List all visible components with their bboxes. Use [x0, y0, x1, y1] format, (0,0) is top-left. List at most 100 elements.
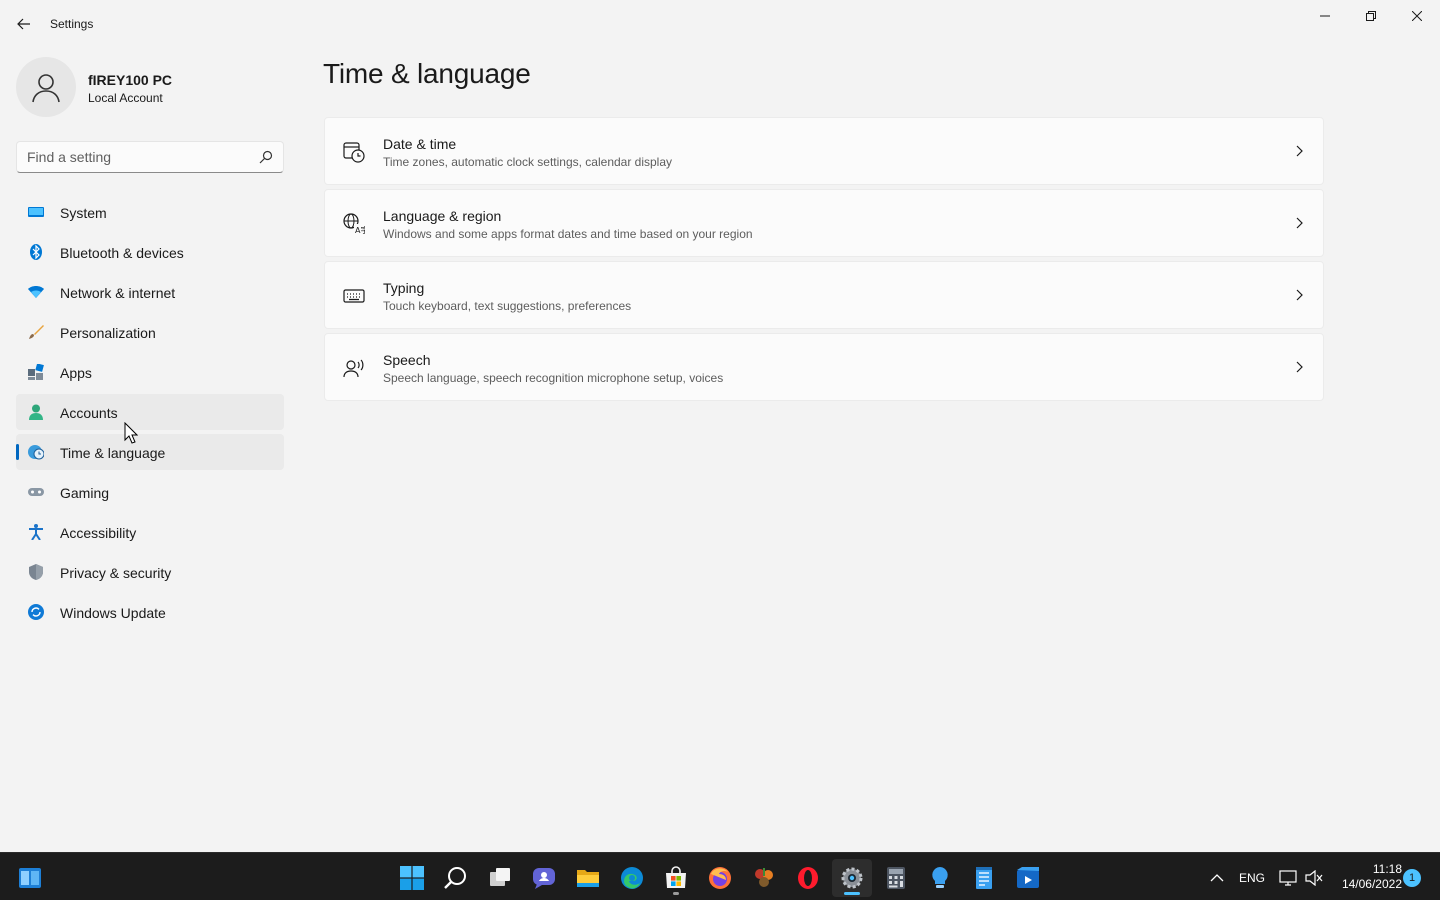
page-title: Time & language [323, 58, 531, 89]
calculator-button[interactable] [876, 859, 916, 897]
setting-card-typing[interactable]: Typing Touch keyboard, text suggestions,… [324, 261, 1324, 329]
chat-button[interactable] [524, 859, 564, 897]
sidebar-item-system[interactable]: System [16, 194, 284, 230]
tips-button[interactable] [920, 859, 960, 897]
card-title: Date & time [383, 136, 457, 152]
settings-list: Date & time Time zones, automatic clock … [324, 117, 1324, 405]
setting-card-language-region[interactable]: A字 Language & region Windows and some ap… [324, 189, 1324, 257]
svg-text:A字: A字 [355, 225, 365, 235]
selection-indicator [16, 444, 19, 460]
volume-button[interactable] [1294, 859, 1334, 897]
file-explorer-button[interactable] [568, 859, 608, 897]
widgets-icon [19, 868, 41, 888]
clock-time: 11:18 [1372, 862, 1402, 876]
app-title: Settings [50, 17, 94, 31]
sidebar-item-label: System [60, 205, 107, 221]
search-box[interactable] [16, 141, 284, 173]
firefox-button[interactable] [700, 859, 740, 897]
sidebar-item-label: Accessibility [60, 525, 137, 541]
chevron-up-icon [1210, 874, 1224, 882]
setting-card-date-time[interactable]: Date & time Time zones, automatic clock … [324, 117, 1324, 185]
file-explorer-icon [577, 870, 599, 887]
sidebar-item-label: Personalization [60, 325, 156, 341]
sidebar-item-accessibility[interactable]: Accessibility [16, 514, 284, 550]
sidebar-item-network[interactable]: Network & internet [16, 274, 284, 310]
search-icon[interactable] [259, 150, 273, 164]
sidebar-item-label: Network & internet [60, 285, 176, 301]
card-subtitle: Speech language, speech recognition micr… [383, 371, 724, 385]
restore-button[interactable] [1348, 0, 1394, 32]
chevron-right-icon [1296, 289, 1303, 301]
edge-button[interactable] [612, 859, 652, 897]
sidebar-item-windows-update[interactable]: Windows Update [16, 594, 284, 630]
sidebar-nav: System Bluetooth & devices Network & int… [16, 194, 284, 634]
mouse-cursor-icon [124, 422, 138, 444]
sidebar-item-label: Gaming [60, 485, 110, 501]
app-button[interactable] [744, 859, 784, 897]
clock[interactable]: 11:18 14/06/2022 [1330, 862, 1402, 892]
globe-clock-icon [28, 445, 44, 460]
taskbar-search-button[interactable] [436, 859, 476, 897]
close-button[interactable] [1394, 0, 1440, 32]
widgets-button[interactable] [10, 859, 50, 897]
firefox-icon [709, 867, 731, 889]
input-language-indicator[interactable]: ENG [1239, 871, 1265, 885]
card-subtitle: Time zones, automatic clock settings, ca… [383, 155, 673, 169]
notepad-button[interactable] [964, 859, 1004, 897]
back-button[interactable] [8, 10, 40, 38]
sidebar-item-time-language[interactable]: Time & language [16, 434, 284, 470]
calendar-clock-icon [343, 142, 365, 163]
wifi-icon [28, 286, 44, 298]
chevron-right-icon [1296, 145, 1303, 157]
gamepad-icon [28, 488, 44, 496]
volume-muted-icon [1305, 870, 1323, 886]
person-avatar-icon [32, 74, 60, 103]
card-title: Typing [383, 280, 425, 296]
start-icon [400, 866, 424, 890]
apps-icon [28, 364, 44, 380]
setting-card-speech[interactable]: Speech Speech language, speech recogniti… [324, 333, 1324, 401]
back-arrow-icon [17, 18, 30, 30]
store-icon [666, 866, 686, 888]
avatar [16, 57, 76, 117]
taskbar: ENG 11:18 14/06/2022 1 [0, 852, 1440, 900]
show-hidden-icons-button[interactable] [1197, 859, 1237, 897]
sidebar-item-label: Windows Update [60, 605, 166, 621]
bluetooth-icon [30, 244, 42, 260]
minimize-button[interactable] [1302, 0, 1348, 32]
sidebar-item-apps[interactable]: Apps [16, 354, 284, 390]
sidebar-item-accounts[interactable]: Accounts [16, 394, 284, 430]
search-input[interactable] [17, 142, 247, 172]
app-icon [755, 868, 773, 887]
sidebar-item-gaming[interactable]: Gaming [16, 474, 284, 510]
language-icon: A字 [343, 213, 365, 235]
opera-button[interactable] [788, 859, 828, 897]
accessibility-icon [29, 524, 43, 540]
store-button[interactable] [656, 859, 696, 897]
card-title: Speech [383, 352, 431, 368]
close-icon [1412, 11, 1422, 21]
card-title: Language & region [383, 208, 502, 224]
search-icon [444, 867, 466, 889]
settings-button[interactable] [832, 859, 872, 897]
speech-icon [343, 359, 364, 378]
brush-icon [29, 325, 44, 339]
movies-button[interactable] [1008, 859, 1048, 897]
profile-account-type: Local Account [88, 91, 163, 105]
task-view-button[interactable] [480, 859, 520, 897]
opera-icon [798, 867, 818, 889]
shield-icon [29, 564, 43, 580]
sidebar-item-privacy[interactable]: Privacy & security [16, 554, 284, 590]
user-profile[interactable]: fIREY100 PC Local Account [16, 57, 286, 117]
running-indicator [844, 892, 860, 895]
start-button[interactable] [392, 859, 432, 897]
sidebar-item-personalization[interactable]: Personalization [16, 314, 284, 350]
running-indicator [673, 892, 679, 895]
movies-icon [1017, 867, 1039, 888]
sidebar-item-label: Privacy & security [60, 565, 172, 581]
sidebar-item-bluetooth[interactable]: Bluetooth & devices [16, 234, 284, 270]
notification-badge[interactable]: 1 [1403, 869, 1421, 887]
title-bar: Settings [0, 0, 1440, 48]
notepad-icon [976, 867, 992, 889]
task-view-icon [490, 868, 510, 886]
